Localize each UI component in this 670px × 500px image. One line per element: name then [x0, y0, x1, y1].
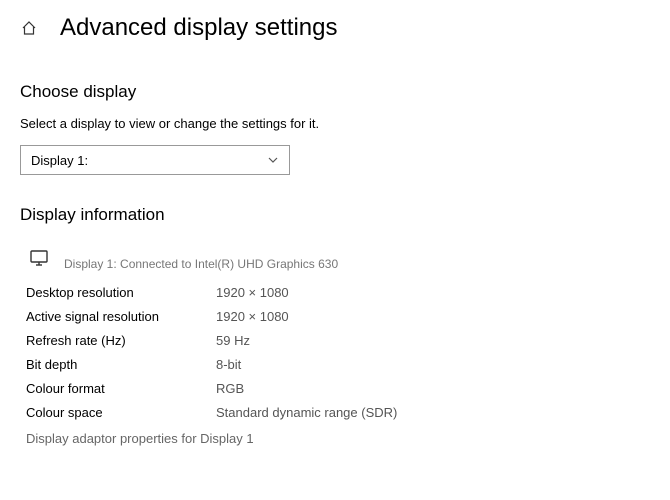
- info-value: 8-bit: [216, 353, 241, 377]
- display-select-dropdown[interactable]: Display 1:: [20, 145, 290, 175]
- info-row-active-signal-resolution: Active signal resolution 1920 × 1080: [26, 305, 650, 329]
- choose-display-heading: Choose display: [20, 82, 650, 102]
- info-row-refresh-rate: Refresh rate (Hz) 59 Hz: [26, 329, 650, 353]
- display-info-table: Desktop resolution 1920 × 1080 Active si…: [26, 281, 650, 425]
- info-row-colour-format: Colour format RGB: [26, 377, 650, 401]
- monitor-icon: [28, 247, 50, 269]
- info-label: Colour space: [26, 401, 216, 425]
- display-information-heading: Display information: [20, 205, 650, 225]
- info-label: Active signal resolution: [26, 305, 216, 329]
- display-select-value: Display 1:: [31, 153, 88, 168]
- display-adaptor-properties-link[interactable]: Display adaptor properties for Display 1: [26, 431, 650, 446]
- info-label: Refresh rate (Hz): [26, 329, 216, 353]
- info-value: 1920 × 1080: [216, 281, 289, 305]
- info-value: 1920 × 1080: [216, 305, 289, 329]
- info-label: Colour format: [26, 377, 216, 401]
- info-row-colour-space: Colour space Standard dynamic range (SDR…: [26, 401, 650, 425]
- chevron-down-icon: [267, 154, 279, 166]
- monitor-caption: Display 1: Connected to Intel(R) UHD Gra…: [64, 257, 338, 271]
- info-row-bit-depth: Bit depth 8-bit: [26, 353, 650, 377]
- info-row-desktop-resolution: Desktop resolution 1920 × 1080: [26, 281, 650, 305]
- page-header: Advanced display settings: [0, 0, 670, 52]
- info-value: 59 Hz: [216, 329, 250, 353]
- info-label: Bit depth: [26, 353, 216, 377]
- monitor-row: Display 1: Connected to Intel(R) UHD Gra…: [20, 247, 650, 269]
- home-icon[interactable]: [20, 19, 38, 37]
- info-label: Desktop resolution: [26, 281, 216, 305]
- page-title: Advanced display settings: [60, 14, 338, 42]
- info-value: RGB: [216, 377, 244, 401]
- info-value: Standard dynamic range (SDR): [216, 401, 397, 425]
- choose-display-subtext: Select a display to view or change the s…: [20, 116, 650, 131]
- content-area: Choose display Select a display to view …: [0, 82, 670, 446]
